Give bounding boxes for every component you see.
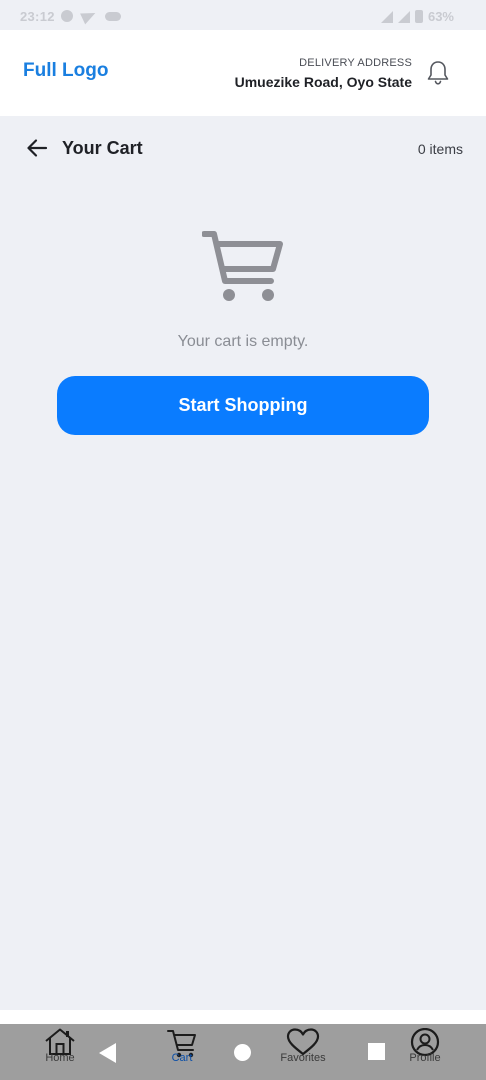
app-header: Full Logo DELIVERY ADDRESS Umuezike Road… bbox=[0, 30, 486, 116]
bell-icon[interactable] bbox=[426, 60, 450, 86]
system-back-button[interactable] bbox=[99, 1043, 116, 1063]
status-bar: 23:12 63% bbox=[0, 0, 486, 30]
nav-item-cart[interactable]: Cart bbox=[147, 1024, 217, 1080]
cart-title-row: Your Cart 0 items bbox=[0, 116, 486, 180]
status-time: 23:12 bbox=[20, 9, 55, 24]
signal-icon-2 bbox=[397, 10, 410, 23]
empty-cart-message: Your cart is empty. bbox=[177, 333, 309, 350]
delivery-address-label: DELIVERY ADDRESS bbox=[299, 57, 412, 69]
nav-label-home: Home bbox=[45, 1052, 75, 1064]
notification-icons bbox=[61, 7, 121, 25]
nav-label-profile: Profile bbox=[409, 1052, 441, 1064]
nav-label-cart: Cart bbox=[171, 1052, 193, 1064]
nav-item-home[interactable]: Home bbox=[25, 1024, 95, 1080]
shopping-cart-icon bbox=[202, 231, 283, 301]
battery-percent: 63% bbox=[427, 9, 454, 24]
start-shopping-button[interactable]: Start Shopping bbox=[57, 376, 429, 435]
system-home-button[interactable] bbox=[234, 1044, 251, 1061]
cart-item-count: 0 items bbox=[417, 141, 463, 157]
signal-icon bbox=[380, 10, 393, 23]
page-title: Your Cart bbox=[62, 138, 143, 158]
nav-label-favorites: Favorites bbox=[280, 1052, 326, 1064]
delivery-address[interactable]: Umuezike Road, Oyo State bbox=[235, 74, 412, 90]
game-controller-icon bbox=[105, 11, 121, 21]
nav-item-profile[interactable]: Profile bbox=[390, 1024, 460, 1080]
bottom-divider bbox=[0, 1010, 486, 1024]
telegram-icon bbox=[80, 7, 98, 25]
chat-notification-icon bbox=[61, 10, 73, 22]
system-recents-button[interactable] bbox=[368, 1043, 385, 1060]
system-icons: 63% bbox=[380, 9, 454, 24]
app-logo[interactable]: Full Logo bbox=[23, 60, 108, 82]
nav-item-favorites[interactable]: Favorites bbox=[268, 1024, 338, 1080]
bottom-nav: Home Cart Favorites Profile bbox=[0, 1024, 486, 1080]
arrow-left-icon[interactable] bbox=[25, 136, 49, 160]
battery-icon bbox=[414, 10, 423, 23]
